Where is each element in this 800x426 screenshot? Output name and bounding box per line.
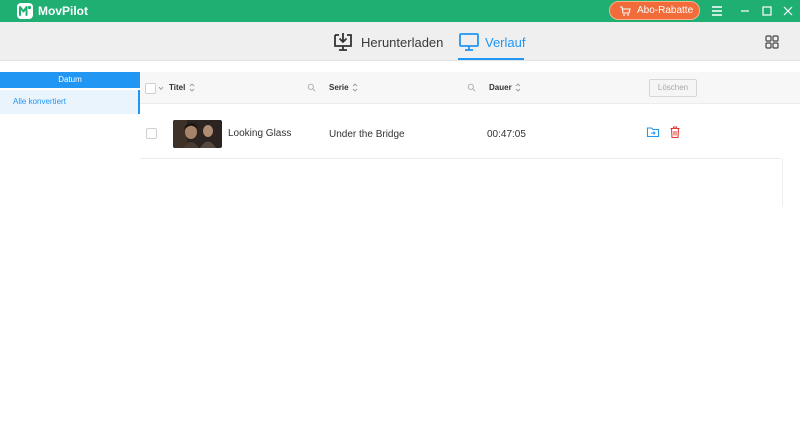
active-tab-indicator: [458, 58, 524, 60]
delete-button[interactable]: Löschen: [649, 79, 697, 97]
table-header: Titel Serie Dauer Löschen: [140, 72, 800, 104]
grid-view-icon[interactable]: [764, 34, 780, 50]
column-header-series: Serie: [329, 83, 349, 92]
sort-icon[interactable]: [352, 82, 358, 93]
promo-label: Abo-Rabatte: [637, 5, 694, 16]
maximize-icon[interactable]: [758, 2, 776, 20]
cart-icon: [620, 6, 631, 16]
folder-icon[interactable]: [646, 125, 660, 139]
minimize-icon[interactable]: [736, 2, 754, 20]
download-monitor-icon: [334, 33, 352, 51]
sidebar-header: Datum: [0, 72, 140, 88]
row-duration: 00:47:05: [487, 129, 526, 140]
tab-download[interactable]: Herunterladen: [332, 22, 443, 61]
sort-icon[interactable]: [189, 82, 195, 93]
column-header-title: Titel: [169, 83, 186, 92]
row-title: Looking Glass: [228, 128, 292, 139]
close-icon[interactable]: [779, 2, 797, 20]
app-name: MovPilot: [38, 4, 88, 18]
table-row[interactable]: Looking Glass Under the Bridge 00:47:05: [140, 109, 780, 159]
divider: [782, 158, 783, 206]
tab-bar: Herunterladen Verlauf: [0, 22, 800, 61]
tab-history-label: Verlauf: [485, 35, 526, 50]
search-icon[interactable]: [467, 83, 476, 92]
search-icon[interactable]: [307, 83, 316, 92]
tab-history[interactable]: Verlauf: [458, 22, 526, 61]
trash-icon[interactable]: [668, 125, 682, 139]
chevron-down-icon[interactable]: [158, 86, 164, 91]
video-thumbnail: [173, 120, 222, 148]
monitor-icon: [459, 33, 479, 51]
menu-icon[interactable]: [708, 2, 726, 20]
sidebar-item-all-converted[interactable]: Alle konvertiert: [0, 90, 140, 114]
sort-icon[interactable]: [515, 82, 521, 93]
app-logo-icon: [17, 3, 33, 19]
history-table: Titel Serie Dauer Löschen Looking Glass …: [140, 62, 800, 426]
column-header-duration: Dauer: [489, 83, 512, 92]
subscription-discount-button[interactable]: Abo-Rabatte: [609, 1, 700, 20]
sidebar: Datum Alle konvertiert: [0, 62, 140, 426]
tab-download-label: Herunterladen: [361, 35, 444, 50]
title-bar: MovPilot Abo-Rabatte: [0, 0, 800, 22]
select-all-checkbox[interactable]: [145, 83, 156, 94]
row-checkbox[interactable]: [146, 128, 157, 139]
row-series: Under the Bridge: [329, 129, 405, 140]
